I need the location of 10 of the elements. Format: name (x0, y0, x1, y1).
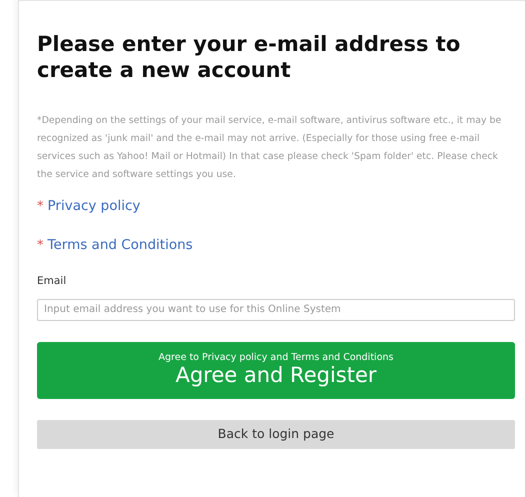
required-mark: * (37, 236, 44, 254)
back-button[interactable]: Back to login page (37, 420, 515, 449)
field-label: Email (37, 274, 68, 288)
policy-link[interactable]: Terms and Conditions (48, 234, 193, 255)
register-button[interactable]: Agree to Privacy policy and Terms and Conditions Agree and Register (37, 342, 515, 399)
notice-text: *Depending on the settings of your mail service, e-mail software, antivirus software etc., it may be recognized as 'junk mail' and the e-mail may not arrive. (Especially for those using free e-mail services such as Yahoo! Mail or Hotmail) In that case please check 'Spam folder' etc. Please check the service and software settings you use. (37, 114, 502, 182)
required-mark: * (37, 198, 44, 216)
page-title: Please enter your e-mail address to create a new account (37, 31, 462, 84)
policy-link[interactable]: Privacy policy (48, 196, 140, 216)
input-field[interactable]: Input email address you want to use for this Online System (37, 298, 515, 321)
